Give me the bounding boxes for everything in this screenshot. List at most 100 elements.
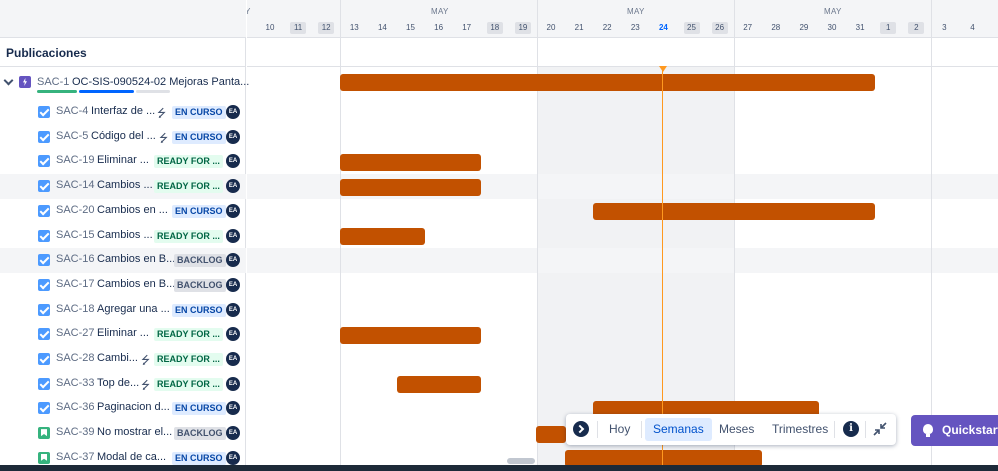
chevron-right-icon[interactable] [573,421,589,437]
schedule-bar[interactable] [593,203,875,220]
status-badge[interactable]: READY FOR ... [154,155,223,169]
today-button[interactable]: Hoy [601,418,638,441]
issue-key[interactable]: SAC-18 [56,303,95,315]
issue-row[interactable]: SAC-19 Eliminar ... READY FOR ... EA [0,149,246,174]
day-label: 22 [602,23,612,32]
status-badge[interactable]: BACKLOG [174,254,226,268]
issue-summary[interactable]: Top de... [97,377,139,389]
issue-row[interactable]: SAC-27 Eliminar ... READY FOR ... EA [0,322,246,347]
epic-summary[interactable]: OC-SIS-090524-02 Mejoras Panta... [72,76,249,88]
issue-key[interactable]: SAC-4 [56,105,88,117]
issue-key[interactable]: SAC-37 [56,451,95,463]
issue-summary[interactable]: Interfaz de ... [91,105,155,117]
issue-row[interactable]: SAC-33 Top de... ⭍ READY FOR ... EA [0,372,246,397]
quickstart-button[interactable]: Quickstart [911,415,998,446]
schedule-bar[interactable] [340,179,481,196]
status-badge[interactable]: EN CURSO [172,130,226,144]
quarters-button[interactable]: Trimestres [764,418,836,441]
task-icon [38,155,50,168]
assignee-avatar[interactable]: EA [226,450,240,465]
assignee-avatar[interactable]: EA [226,154,240,169]
issue-row[interactable]: SAC-14 Cambios ... READY FOR ... EA [0,174,246,200]
assignee-avatar[interactable]: EA [226,203,240,218]
status-badge[interactable]: EN CURSO [172,451,226,465]
issue-summary[interactable]: No mostrar el... [97,426,172,438]
epic-row[interactable]: SAC-1 OC-SIS-090524-02 Mejoras Panta... [0,71,249,96]
issue-key[interactable]: SAC-28 [56,352,95,364]
horizontal-scrollbar-thumb[interactable] [507,458,535,464]
status-badge[interactable]: READY FOR ... [154,328,223,342]
schedule-bar[interactable] [536,426,566,443]
status-badge[interactable]: BACKLOG [174,427,226,441]
issue-row[interactable]: SAC-17 Cambios en B... BACKLOG EA [0,273,246,298]
schedule-bar[interactable] [565,450,762,466]
status-badge[interactable]: READY FOR ... [154,377,223,391]
today-line [662,67,663,466]
assignee-avatar[interactable]: EA [226,327,240,342]
issue-row[interactable]: SAC-15 Cambios ... READY FOR ... EA [0,224,246,249]
status-badge[interactable]: READY FOR ... [154,353,223,366]
issue-summary[interactable]: Eliminar ... [97,327,149,339]
info-icon[interactable]: i [843,421,859,437]
assignee-avatar[interactable]: EA [226,401,240,416]
status-badge[interactable]: EN CURSO [172,106,226,119]
issue-key[interactable]: SAC-19 [56,154,95,166]
issue-summary[interactable]: Cambios en ... [97,204,168,216]
issue-summary[interactable]: Agregar una ... [97,303,170,315]
issue-key[interactable]: SAC-27 [56,327,95,339]
schedule-bar[interactable] [340,74,875,91]
issue-row[interactable]: SAC-39 No mostrar el... BACKLOG EA [0,421,246,446]
issue-row[interactable]: SAC-28 Cambi... ⭍ READY FOR ... EA [0,347,246,372]
issue-key[interactable]: SAC-33 [56,377,95,389]
issue-key[interactable]: SAC-14 [56,179,95,191]
task-icon [38,229,50,242]
issue-summary[interactable]: Cambi... [97,352,138,364]
issue-key[interactable]: SAC-5 [56,130,88,142]
issue-summary[interactable]: Paginacion d... [97,401,170,413]
status-badge[interactable]: EN CURSO [172,303,226,317]
months-button[interactable]: Meses [711,418,762,441]
status-badge[interactable]: BACKLOG [174,278,226,292]
assignee-avatar[interactable]: EA [226,105,240,119]
status-badge[interactable]: READY FOR ... [154,180,223,194]
epic-key[interactable]: SAC-1 [37,76,69,88]
assignee-avatar[interactable]: EA [226,302,240,317]
issue-row[interactable]: SAC-16 Cambios en B... BACKLOG EA [0,248,246,274]
assignee-avatar[interactable]: EA [226,253,240,268]
schedule-bar[interactable] [397,376,481,393]
weeks-button[interactable]: Semanas [645,418,712,441]
assignee-avatar[interactable]: EA [226,277,240,292]
issue-key[interactable]: SAC-36 [56,401,95,413]
issue-key[interactable]: SAC-20 [56,204,95,216]
chevron-down-icon[interactable] [3,75,14,86]
assignee-avatar[interactable]: EA [226,228,240,243]
issue-row[interactable]: SAC-36 Paginacion d... EN CURSO EA [0,396,246,421]
issue-row[interactable]: SAC-5 Código del ... ⭍ EN CURSO EA [0,125,246,150]
status-badge[interactable]: EN CURSO [172,402,226,416]
assignee-avatar[interactable]: EA [226,426,240,441]
issue-key[interactable]: SAC-16 [56,253,95,265]
collapse-icon[interactable] [872,421,888,437]
issue-summary[interactable]: Cambios en B... [97,278,175,290]
assignee-avatar[interactable]: EA [226,129,240,144]
assignee-avatar[interactable]: EA [226,179,240,194]
issue-key[interactable]: SAC-15 [56,229,95,241]
issue-summary[interactable]: Cambios ... [97,229,153,241]
schedule-bar[interactable] [340,154,481,171]
issue-summary[interactable]: Eliminar ... [97,154,149,166]
issue-row[interactable]: SAC-20 Cambios en ... EN CURSO EA [0,199,246,224]
assignee-avatar[interactable]: EA [226,376,240,391]
schedule-bar[interactable] [340,228,425,245]
issue-key[interactable]: SAC-39 [56,426,95,438]
issue-summary[interactable]: Modal de ca... [97,451,166,463]
issue-key[interactable]: SAC-17 [56,278,95,290]
issue-summary[interactable]: Cambios en B... [97,253,175,265]
status-badge[interactable]: EN CURSO [172,204,226,218]
schedule-bar[interactable] [340,327,481,344]
issue-summary[interactable]: Código del ... [91,130,156,142]
assignee-avatar[interactable]: EA [226,352,240,366]
issue-row[interactable]: SAC-18 Agregar una ... EN CURSO EA [0,298,246,323]
issue-summary[interactable]: Cambios ... [97,179,153,191]
status-badge[interactable]: READY FOR ... [154,229,223,243]
issue-row[interactable]: SAC-4 Interfaz de ... ⭍ EN CURSO EA [0,100,246,125]
